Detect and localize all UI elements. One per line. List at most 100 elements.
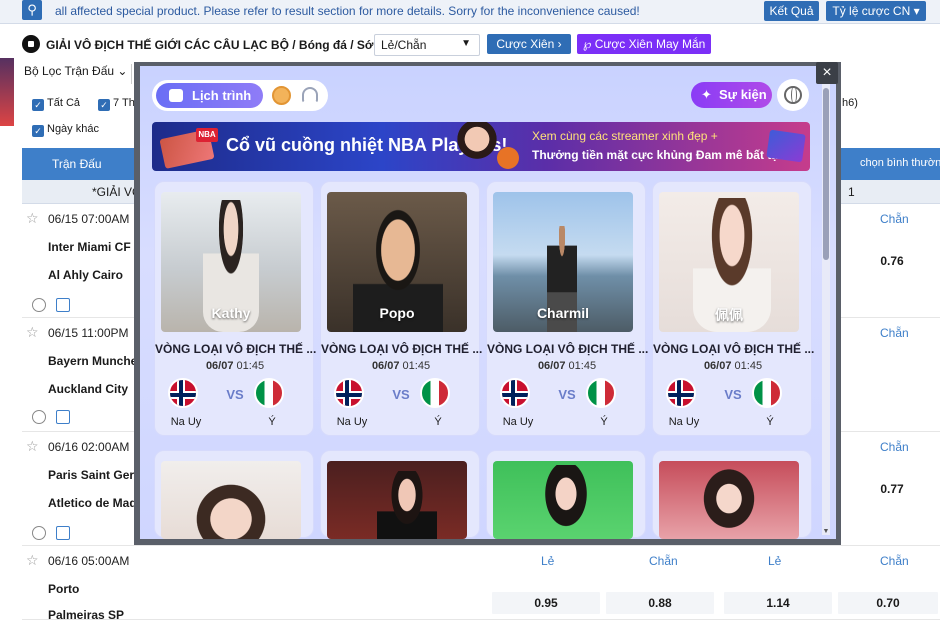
lucky-parlay-button[interactable]: ℘ Cược Xiên May Mắn (577, 34, 712, 54)
streamer-name: Kathy (211, 305, 251, 321)
streamer-card[interactable] (320, 450, 480, 539)
info-icon[interactable] (56, 298, 70, 312)
banner-line2: Thưởng tiền mặt cực khủng Đam mê bất tận… (532, 148, 790, 162)
away-team: Atletico de Mad (48, 496, 137, 510)
event-button[interactable]: ✦ Sự kiện (691, 82, 772, 108)
star-icon[interactable]: ☆ (26, 210, 39, 227)
col-match-header: Trận Đấu (52, 157, 102, 171)
odds-type-button[interactable]: Tỷ lệ cược CN ▾ (826, 1, 926, 21)
team-b: Ý (434, 416, 442, 428)
vs-label: VS (558, 387, 576, 402)
filter-7-checkbox[interactable]: ✓ 7 Th (98, 97, 135, 111)
away-team: Auckland City (48, 382, 129, 396)
team-a: Na Uy (502, 416, 534, 428)
odd-label: Chẵn (880, 554, 909, 568)
parlay-button[interactable]: Cược Xiên › (487, 34, 571, 54)
chevron-down-icon: ▼ (461, 38, 471, 49)
streamer-card[interactable] (486, 450, 646, 539)
match-datetime: 06/07 01:45 (703, 360, 763, 372)
odd-label: Chẵn (880, 326, 909, 340)
match-filter-label: Bộ Lọc Trận Đấu (24, 64, 115, 78)
gift-box-graphic (766, 129, 806, 163)
headset-icon[interactable] (302, 87, 318, 103)
stats-icon[interactable] (32, 410, 46, 424)
streamer-photo: Kathy (161, 192, 301, 332)
odd-label: Chẵn (880, 440, 909, 454)
streamer-card[interactable]: 佩佩 VÒNG LOẠI VÔ ĐỊCH THẾ ... 06/07 01:45… (652, 181, 814, 436)
match-filter[interactable]: Bộ Lọc Trận Đấu ⌄ (24, 64, 132, 84)
odd-label: Lẻ (768, 554, 782, 568)
match-time: 06/16 02:00AM (48, 440, 130, 454)
streamer-photo (659, 461, 799, 539)
notice-text: all affected special product. Please ref… (55, 4, 640, 18)
match-league: VÒNG LOẠI VÔ ĐỊCH THẾ ... (487, 342, 649, 356)
stats-icon[interactable] (32, 298, 46, 312)
modal-scrollbar[interactable]: ▼ (822, 80, 830, 535)
league-header: GIẢI VÔ ĐỊCH THẾ GIỚI CÁC CÂU LẠC BỘ / B… (0, 30, 940, 58)
team-a: Na Uy (170, 416, 202, 428)
filter-right-partial[interactable]: h6) (842, 97, 858, 109)
italy-flag-icon (420, 378, 450, 408)
norway-flag-icon (334, 378, 364, 408)
scroll-down-icon[interactable]: ▼ (822, 528, 830, 535)
tab-schedule[interactable]: Lịch trình (156, 83, 263, 108)
streamer-card[interactable] (652, 450, 812, 539)
lightning-icon: ℘ (583, 37, 592, 51)
odd-value[interactable]: 0.88 (606, 592, 714, 614)
norway-flag-icon (500, 378, 530, 408)
nba-promo-banner[interactable]: NBA Cổ vũ cuồng nhiệt NBA Playoffs! Xem … (152, 122, 810, 171)
soccer-ball-icon (22, 35, 40, 53)
filter-7-label: 7 Th (113, 97, 135, 109)
col-right-header[interactable]: chọn bình thường (860, 157, 940, 169)
vs-label: VS (392, 387, 410, 402)
odd-value[interactable]: 1.14 (724, 592, 832, 614)
odd-value[interactable]: 0.95 (492, 592, 600, 614)
team-a: Na Uy (668, 416, 700, 428)
streamer-photo (493, 461, 633, 539)
streamer-card[interactable]: Popo VÒNG LOẠI VÔ ĐỊCH THẾ ... 06/07 01:… (320, 181, 482, 436)
match-time: 06/15 11:00PM (48, 326, 129, 340)
star-icon[interactable]: ☆ (26, 552, 39, 569)
filter-other-days-checkbox[interactable]: ✓ Ngày khác (32, 123, 99, 137)
filter-all-checkbox[interactable]: ✓ Tất Cả (32, 97, 80, 111)
match-time: 06/16 05:00AM (48, 554, 130, 568)
info-icon[interactable] (56, 526, 70, 540)
globe-icon[interactable] (777, 79, 809, 111)
bet-type-select[interactable]: Lẻ/Chẵn ▼ (374, 34, 480, 56)
tab-schedule-label: Lịch trình (192, 88, 252, 103)
match-datetime: 06/07 01:45 (205, 360, 265, 372)
odd-value[interactable]: 0.76 (872, 254, 912, 268)
info-icon[interactable] (56, 410, 70, 424)
italy-flag-icon (752, 378, 782, 408)
odd-value[interactable]: 0.77 (872, 482, 912, 496)
parlay-label: Cược Xiên (496, 37, 555, 51)
team-a: Na Uy (336, 416, 368, 428)
star-icon[interactable]: ☆ (26, 438, 39, 455)
search-icon[interactable]: ⚲ (22, 0, 42, 20)
streamer-name: Charmil (536, 305, 590, 321)
match-datetime: 06/07 01:45 (371, 360, 431, 372)
sparkle-icon: ✦ (701, 87, 712, 102)
league-title: GIẢI VÔ ĐỊCH THẾ GIỚI CÁC CÂU LẠC BỘ / B… (46, 38, 385, 52)
stats-icon[interactable] (32, 526, 46, 540)
streamer-photo: Popo (327, 192, 467, 332)
close-icon[interactable]: × (816, 62, 838, 84)
streamer-card[interactable]: Charmil VÒNG LOẠI VÔ ĐỊCH THẾ ... 06/07 … (486, 181, 649, 436)
streamer-card[interactable] (154, 450, 314, 539)
italy-flag-icon (254, 378, 284, 408)
streamer-card[interactable]: Kathy VÒNG LOẠI VÔ ĐỊCH THẾ ... 06/07 01… (154, 181, 316, 436)
lucky-parlay-label: Cược Xiên May Mắn (594, 37, 706, 51)
results-button[interactable]: Kết Quả (764, 1, 819, 21)
match-datetime: 06/07 01:45 (537, 360, 597, 372)
odd-value[interactable]: 0.70 (838, 592, 938, 614)
streamer-name: Popo (379, 305, 415, 321)
streamer-graphic (452, 122, 502, 171)
home-team: Bayern Munche (48, 354, 138, 368)
streamer-photo: 佩佩 (659, 192, 799, 332)
basketball-icon (497, 147, 519, 169)
home-team: Inter Miami CF (48, 240, 131, 254)
scrollbar-thumb[interactable] (823, 88, 829, 260)
odd-label: Chẵn (880, 212, 909, 226)
star-icon[interactable]: ☆ (26, 324, 39, 341)
cookie-icon[interactable] (272, 86, 291, 105)
